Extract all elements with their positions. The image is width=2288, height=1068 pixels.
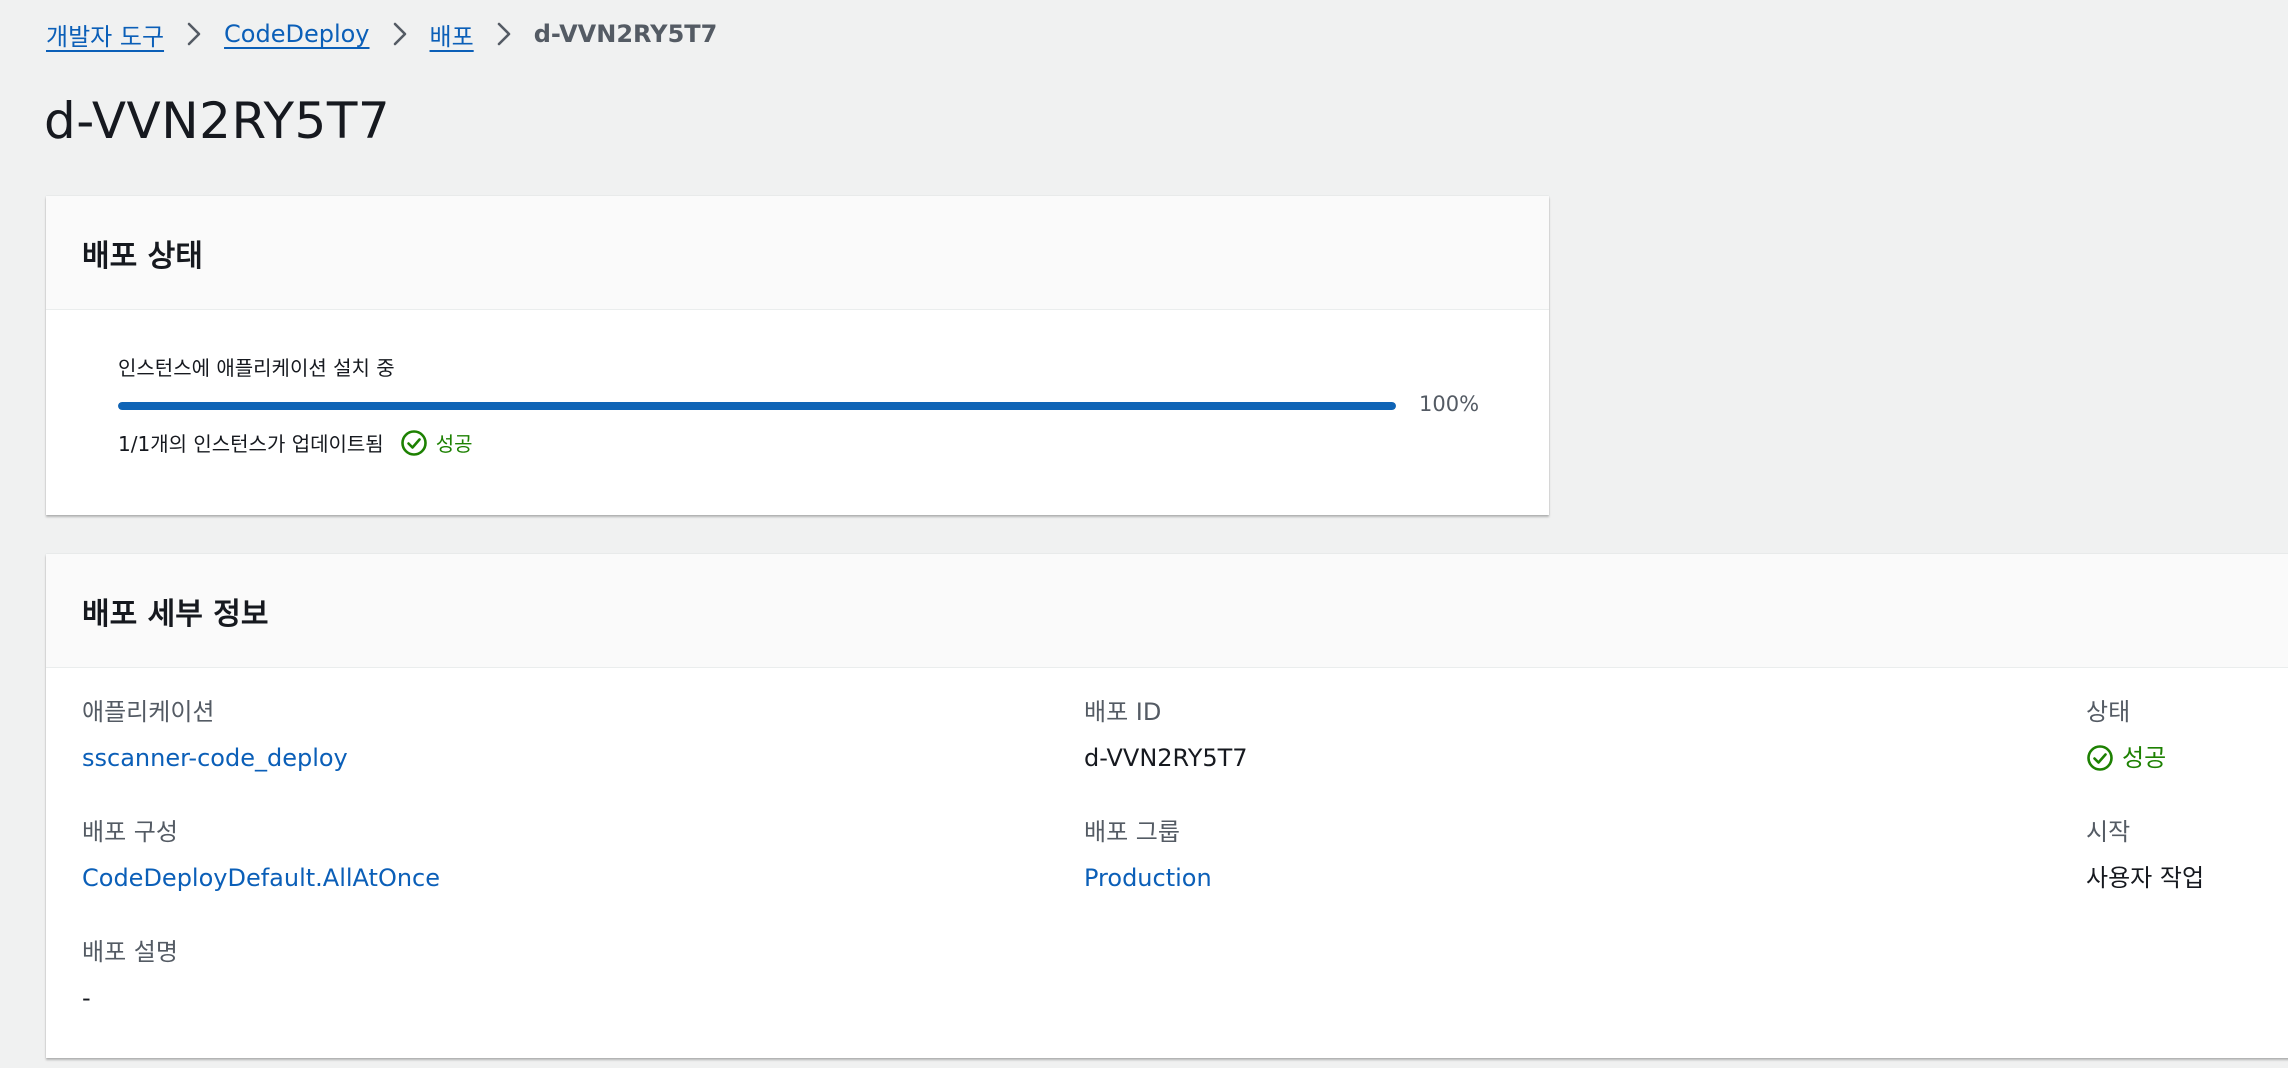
status-indicator: 성공 [400, 428, 473, 457]
detail-deployment-group: 배포 그룹 Production [1084, 816, 1212, 894]
chevron-right-icon [370, 21, 430, 47]
progress-bar [118, 402, 1396, 410]
deployment-group-label: 배포 그룹 [1084, 818, 1180, 846]
deployment-group-link[interactable]: Production [1084, 862, 1212, 894]
page-title: d-VVN2RY5T7 [44, 92, 391, 150]
deployment-id-value: d-VVN2RY5T7 [1084, 744, 1248, 772]
detail-deployment-id: 배포 ID d-VVN2RY5T7 [1084, 696, 1248, 774]
deployment-config-link[interactable]: CodeDeployDefault.AllAtOnce [82, 862, 440, 894]
progress-summary: 1/1개의 인스턴스가 업데이트됨 성공 [118, 428, 473, 457]
detail-initiated: 시작 사용자 작업 [2086, 816, 2204, 894]
deployment-details-heading: 배포 세부 정보 [82, 596, 269, 632]
detail-deployment-config: 배포 구성 CodeDeployDefault.AllAtOnce [82, 816, 440, 894]
detail-status: 상태 성공 [2086, 696, 2166, 774]
breadcrumb-codedeploy[interactable]: CodeDeploy [224, 20, 369, 48]
detail-application: 애플리케이션 sscanner-code_deploy [82, 696, 348, 774]
progress-bar-fill [118, 402, 1396, 410]
chevron-right-icon [474, 21, 534, 47]
deployment-id-label: 배포 ID [1084, 698, 1162, 726]
progress-label: 인스턴스에 애플리케이션 설치 중 [118, 356, 395, 380]
application-label: 애플리케이션 [82, 698, 215, 726]
instances-updated-text: 1/1개의 인스턴스가 업데이트됨 [118, 432, 384, 456]
progress-percent: 100% [1419, 392, 1480, 416]
status-text: 성공 [435, 432, 473, 456]
detail-description: 배포 설명 - [82, 936, 178, 1014]
deployment-details-panel: 배포 세부 정보 애플리케이션 sscanner-code_deploy 배포 … [46, 554, 2288, 1058]
breadcrumb: 개발자 도구 CodeDeploy 배포 d-VVN2RY5T7 [46, 16, 717, 52]
deployment-status-heading: 배포 상태 [82, 238, 203, 274]
description-value: - [82, 984, 91, 1012]
deployment-status-header: 배포 상태 [46, 196, 1549, 310]
status-success-icon [2086, 744, 2114, 772]
breadcrumb-developer-tools[interactable]: 개발자 도구 [46, 17, 164, 52]
description-label: 배포 설명 [82, 938, 178, 966]
breadcrumb-current: d-VVN2RY5T7 [533, 20, 718, 48]
breadcrumb-deployments[interactable]: 배포 [430, 17, 474, 52]
status-label: 상태 [2086, 698, 2131, 726]
deployment-details-header: 배포 세부 정보 [46, 554, 2288, 668]
chevron-right-icon [164, 21, 224, 47]
status-success-icon [400, 429, 428, 457]
deployment-config-label: 배포 구성 [82, 818, 178, 846]
deployment-status-panel: 배포 상태 인스턴스에 애플리케이션 설치 중 100% 1/1개의 인스턴스가… [46, 196, 1549, 515]
initiated-value: 사용자 작업 [2086, 864, 2205, 892]
initiated-label: 시작 [2086, 818, 2131, 846]
application-link[interactable]: sscanner-code_deploy [82, 742, 348, 774]
status-value-text: 성공 [2122, 744, 2167, 772]
status-value: 성공 [2086, 742, 2166, 774]
